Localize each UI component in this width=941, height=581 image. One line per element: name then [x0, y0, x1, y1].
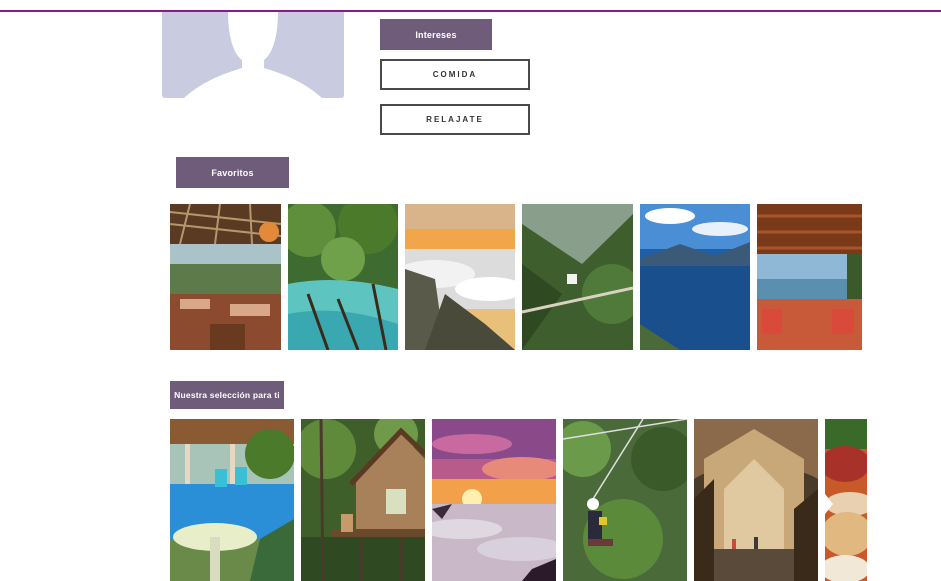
favorites-header: Favoritos: [176, 157, 289, 188]
interest-relajate-button[interactable]: RELAJATE: [380, 104, 530, 135]
selection-image-cave[interactable]: [694, 419, 818, 581]
top-accent-line: [0, 10, 941, 12]
favorite-image-river[interactable]: [288, 204, 398, 350]
favorite-image-restaurant[interactable]: [170, 204, 281, 350]
favorite-image-lake[interactable]: [640, 204, 750, 350]
favorite-image-terrace[interactable]: [757, 204, 862, 350]
selection-header: Nuestra selección para ti: [170, 381, 284, 409]
favorite-image-canopy[interactable]: [522, 204, 633, 350]
selection-image-cabin[interactable]: [301, 419, 425, 581]
profile-avatar: [162, 12, 344, 98]
interests-header: Intereses: [380, 19, 492, 50]
selection-image-food[interactable]: [825, 419, 867, 581]
person-silhouette-icon: [184, 12, 322, 98]
selection-image-zipline[interactable]: [563, 419, 687, 581]
selection-image-sunset[interactable]: [432, 419, 556, 581]
favorite-image-clouds[interactable]: [405, 204, 515, 350]
selection-image-pool[interactable]: [170, 419, 294, 581]
interest-comida-button[interactable]: COMIDA: [380, 59, 530, 90]
